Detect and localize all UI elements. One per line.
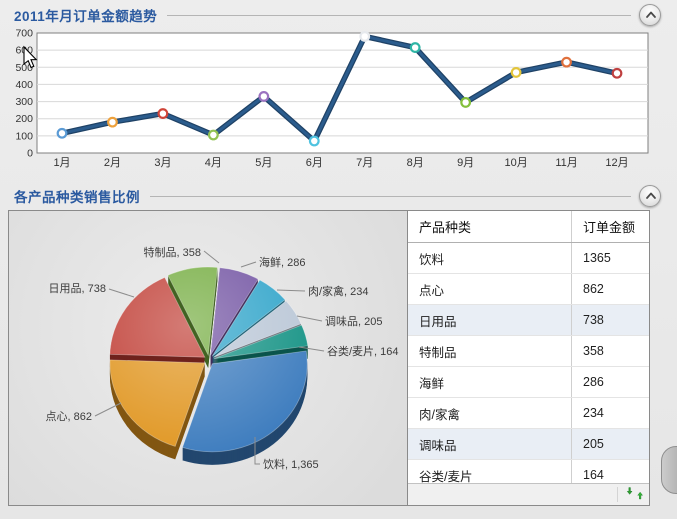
line-series — [62, 36, 617, 141]
line-point[interactable] — [310, 137, 319, 146]
pie-chart-region — [9, 211, 407, 505]
refresh-button[interactable] — [624, 486, 644, 503]
collapse-button-trend[interactable] — [639, 4, 661, 26]
y-axis-label: 100 — [15, 130, 33, 142]
table-row[interactable]: 日用品738 — [408, 305, 649, 336]
divider — [167, 15, 631, 16]
y-axis-label: 600 — [15, 45, 33, 57]
line-point[interactable] — [411, 43, 420, 52]
table-row[interactable]: 饮料1365 — [408, 243, 649, 274]
section-header-trend: 2011年月订单金额趋势 — [0, 2, 677, 28]
category-cell: 日用品 — [408, 305, 572, 336]
refresh-sync-icon — [625, 486, 643, 502]
chevron-up-icon — [640, 185, 660, 207]
x-axis-label: 1月 — [53, 157, 70, 169]
x-axis-label: 3月 — [154, 157, 171, 169]
line-point[interactable] — [108, 118, 117, 127]
line-point[interactable] — [360, 32, 369, 41]
table-row[interactable]: 点心862 — [408, 274, 649, 305]
arrow-pointer-icon — [24, 47, 36, 68]
x-axis-label: 11月 — [555, 157, 577, 169]
amount-cell: 286 — [572, 367, 650, 398]
line-point[interactable] — [461, 98, 470, 107]
divider — [150, 196, 631, 197]
section-header-category: 各产品种类销售比例 — [0, 183, 677, 209]
table-header-row: 产品种类 订单金额 — [408, 211, 649, 243]
amount-cell: 862 — [572, 274, 650, 305]
line-series-outline — [62, 36, 617, 141]
table-row[interactable]: 调味品205 — [408, 429, 649, 460]
amount-cell: 205 — [572, 429, 650, 460]
x-axis-label: 9月 — [457, 157, 474, 169]
y-axis-label: 500 — [15, 62, 33, 74]
y-axis-label: 400 — [15, 79, 33, 91]
x-axis-label: 7月 — [356, 157, 373, 169]
x-axis-label: 6月 — [306, 157, 323, 169]
line-point[interactable] — [562, 58, 571, 67]
plot-area — [37, 33, 648, 153]
amount-cell: 358 — [572, 336, 650, 367]
x-axis-label: 8月 — [407, 157, 424, 169]
category-cell: 饮料 — [408, 243, 572, 274]
y-axis-label: 700 — [15, 28, 33, 40]
line-point[interactable] — [58, 129, 67, 138]
category-cell: 特制品 — [408, 336, 572, 367]
y-axis-label: 200 — [15, 113, 33, 125]
line-point[interactable] — [159, 109, 168, 118]
x-axis-label: 2月 — [104, 157, 121, 169]
column-header-category[interactable]: 产品种类 — [408, 211, 572, 243]
table-row[interactable]: 海鲜286 — [408, 367, 649, 398]
table-footer — [408, 483, 649, 505]
category-table-region: 产品种类 订单金额 饮料1365点心862日用品738特制品358海鲜286肉/… — [407, 211, 649, 505]
amount-cell: 234 — [572, 398, 650, 429]
line-point[interactable] — [613, 69, 622, 78]
section-title-trend: 2011年月订单金额趋势 — [14, 5, 157, 25]
amount-cell: 738 — [572, 305, 650, 336]
line-point[interactable] — [260, 92, 269, 101]
x-axis-label: 12月 — [605, 157, 628, 169]
category-cell: 调味品 — [408, 429, 572, 460]
x-axis-label: 10月 — [504, 157, 527, 169]
table-row[interactable]: 特制品358 — [408, 336, 649, 367]
line-point[interactable] — [512, 68, 521, 77]
column-header-amount[interactable]: 订单金额 — [572, 211, 650, 243]
side-panel-handle[interactable] — [661, 446, 677, 494]
y-axis-label: 300 — [15, 96, 33, 108]
divider — [617, 487, 618, 502]
category-table: 产品种类 订单金额 饮料1365点心862日用品738特制品358海鲜286肉/… — [408, 211, 649, 491]
section-title-category: 各产品种类销售比例 — [14, 186, 140, 206]
chevron-up-icon — [640, 4, 660, 26]
amount-cell: 1365 — [572, 243, 650, 274]
x-axis-label: 4月 — [205, 157, 222, 169]
line-chart: 0 100 200 300 400 500 600 700 1月 2月 3月 4月 5月 6月 7月 8月 9月… — [15, 28, 648, 170]
table-row[interactable]: 肉/家禽234 — [408, 398, 649, 429]
line-point[interactable] — [209, 131, 218, 140]
collapse-button-category[interactable] — [639, 185, 661, 207]
y-axis-label: 0 — [27, 148, 33, 160]
category-cell: 肉/家禽 — [408, 398, 572, 429]
x-axis-label: 5月 — [255, 157, 272, 169]
category-cell: 海鲜 — [408, 367, 572, 398]
category-cell: 点心 — [408, 274, 572, 305]
category-panel: 产品种类 订单金额 饮料1365点心862日用品738特制品358海鲜286肉/… — [8, 210, 650, 506]
dashboard: 2011年月订单金额趋势 各产品种类销售比例 产品种类 订单金额 — [0, 0, 677, 519]
